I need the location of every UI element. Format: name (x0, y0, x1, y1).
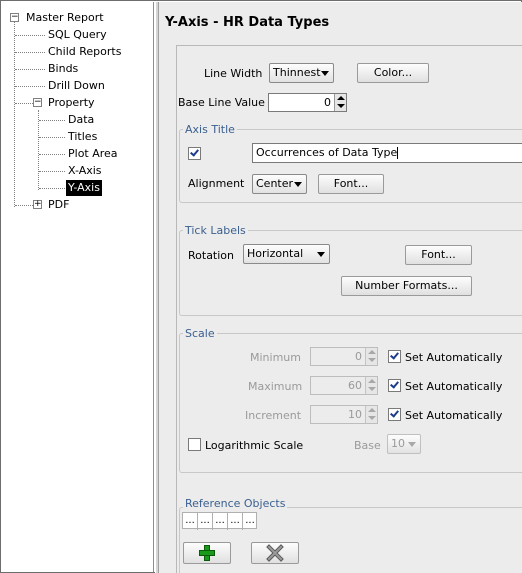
base-line-label: Base Line Value (178, 96, 265, 109)
alignment-select[interactable]: Center (252, 174, 307, 194)
tree-connector (15, 52, 45, 53)
expand-icon[interactable]: + (33, 200, 42, 209)
increment-auto-label: Set Automatically (405, 409, 503, 422)
axis-title-checkbox[interactable] (188, 147, 201, 160)
scale-group-label: Scale (183, 327, 217, 340)
tree-item-sql-query[interactable]: SQL Query (48, 27, 107, 43)
tick-labels-group (179, 230, 522, 316)
tree-item-plot-area[interactable]: Plot Area (68, 146, 118, 162)
table-cell[interactable]: ... (183, 513, 198, 530)
table-cell[interactable]: ... (228, 513, 243, 530)
tree-connector (38, 110, 39, 190)
tree-connector (15, 205, 33, 206)
tree-connector (39, 171, 65, 172)
plus-icon (199, 545, 215, 561)
spinner-arrows-icon[interactable] (365, 406, 377, 423)
rotation-label: Rotation (188, 249, 235, 262)
navigation-tree: − Master Report SQL Query Child Reports … (2, 2, 154, 572)
tree-connector (39, 154, 65, 155)
tick-labels-group-label: Tick Labels (183, 224, 248, 237)
tree-item-x-axis[interactable]: X-Axis (68, 163, 102, 179)
chevron-down-icon (408, 442, 416, 447)
base-line-value: 0 (324, 96, 331, 109)
minimum-value: 0 (355, 350, 362, 363)
minimum-auto-checkbox[interactable] (388, 350, 401, 363)
tree-connector (14, 22, 15, 207)
axis-title-font-button[interactable]: Font... (318, 174, 384, 194)
tree-connector (39, 137, 65, 138)
base-line-spinner[interactable]: 0 (268, 93, 347, 112)
increment-value: 10 (348, 408, 362, 421)
properties-panel: Y-Axis - HR Data Types Line Width Thinne… (159, 2, 522, 573)
tree-item-master-report[interactable]: Master Report (26, 10, 104, 26)
spinner-arrows-icon[interactable] (365, 348, 377, 365)
tree-item-property[interactable]: Property (48, 95, 95, 111)
table-cell[interactable]: ... (243, 513, 257, 530)
check-icon (390, 408, 399, 418)
tree-connector (15, 69, 45, 70)
rotation-value: Horizontal (247, 247, 304, 260)
alignment-value: Center (256, 177, 294, 190)
base-label: Base (354, 439, 381, 452)
tree-connector (39, 188, 65, 189)
line-width-value: Thinnest (273, 66, 321, 79)
tree-item-drill-down[interactable]: Drill Down (48, 78, 105, 94)
color-button[interactable]: Color... (357, 63, 429, 83)
tree-connector (15, 86, 45, 87)
number-formats-button[interactable]: Number Formats... (341, 276, 472, 296)
axis-title-input[interactable]: Occurrences of Data Type (252, 143, 522, 163)
chevron-down-icon (294, 182, 302, 187)
maximum-value: 60 (348, 379, 362, 392)
delete-reference-button[interactable] (251, 542, 299, 564)
maximum-auto-checkbox[interactable] (388, 379, 401, 392)
tree-connector (15, 103, 33, 104)
maximum-auto-label: Set Automatically (405, 380, 503, 393)
check-icon (390, 350, 399, 360)
collapse-icon[interactable]: − (10, 13, 19, 22)
chevron-down-icon (317, 252, 325, 257)
minimum-label: Minimum (250, 351, 301, 364)
tree-item-pdf[interactable]: PDF (48, 197, 69, 213)
properties-area: Line Width Thinnest Color... Base Line V… (176, 45, 522, 573)
collapse-icon[interactable]: − (33, 98, 42, 107)
rotation-select[interactable]: Horizontal (243, 244, 330, 264)
alignment-label: Alignment (188, 177, 245, 190)
tree-connector (15, 35, 45, 36)
reference-objects-group-label: Reference Objects (183, 497, 288, 510)
increment-auto-checkbox[interactable] (388, 408, 401, 421)
tree-item-data[interactable]: Data (68, 112, 94, 128)
tree-item-child-reports[interactable]: Child Reports (48, 44, 121, 60)
axis-title-group-label: Axis Title (183, 123, 237, 136)
line-width-label: Line Width (204, 67, 263, 80)
check-icon (190, 147, 199, 157)
maximum-label: Maximum (248, 380, 303, 393)
base-value: 10 (391, 437, 405, 450)
line-width-select[interactable]: Thinnest (269, 63, 334, 83)
increment-label: Increment (245, 409, 302, 422)
page-title: Y-Axis - HR Data Types (165, 15, 330, 30)
maximum-spinner[interactable]: 60 (310, 376, 378, 395)
increment-spinner[interactable]: 10 (310, 405, 378, 424)
x-icon (266, 544, 284, 562)
table-cell[interactable]: ... (213, 513, 228, 530)
chevron-down-icon (321, 71, 329, 76)
check-icon (390, 379, 399, 389)
logarithmic-scale-checkbox[interactable] (188, 438, 201, 451)
spinner-arrows-icon[interactable] (365, 377, 377, 394)
reference-objects-table[interactable]: ... ... ... ... ... (182, 512, 257, 530)
minimum-auto-label: Set Automatically (405, 351, 503, 364)
window: − Master Report SQL Query Child Reports … (0, 0, 522, 573)
tree-item-y-axis[interactable]: Y-Axis (66, 180, 102, 196)
spinner-arrows-icon[interactable] (334, 94, 346, 111)
minimum-spinner[interactable]: 0 (310, 347, 378, 366)
tree-connector (39, 120, 65, 121)
table-cell[interactable]: ... (198, 513, 213, 530)
tree-item-titles[interactable]: Titles (68, 129, 97, 145)
tick-labels-font-button[interactable]: Font... (405, 245, 472, 265)
logarithmic-scale-label: Logarithmic Scale (205, 439, 304, 452)
tree-item-binds[interactable]: Binds (48, 61, 78, 77)
add-reference-button[interactable] (183, 542, 231, 564)
base-select[interactable]: 10 (387, 434, 421, 454)
axis-title-text: Occurrences of Data Type (256, 146, 398, 159)
